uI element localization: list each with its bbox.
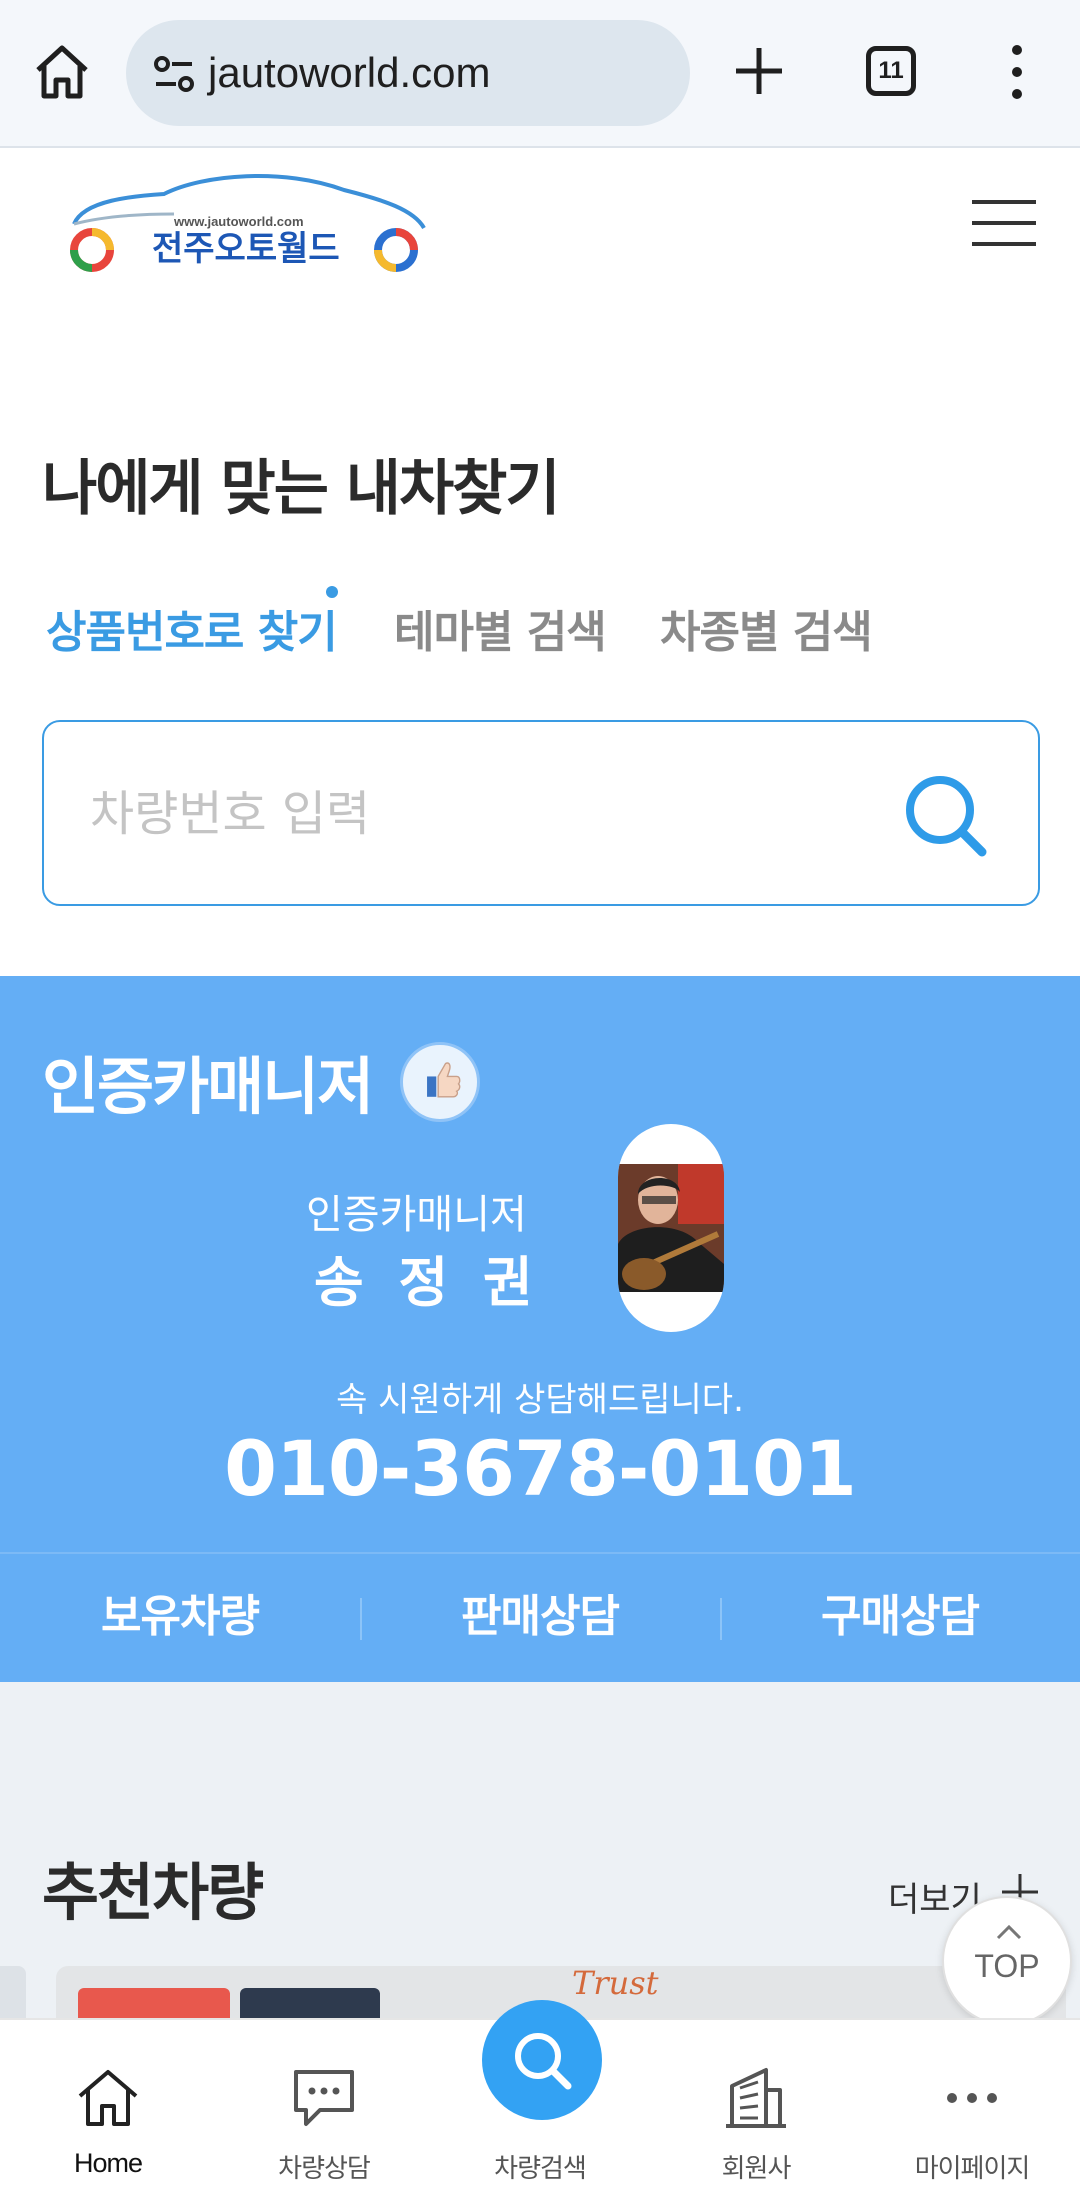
recommended-section: 추천차량 더보기 Trust (0, 1682, 1080, 2026)
url-text: jautoworld.com (208, 49, 491, 96)
tab-theme-search[interactable]: 테마별 검색 (394, 596, 607, 660)
scroll-top-button[interactable]: TOP (942, 1896, 1072, 2026)
tab-switcher-button[interactable]: 11 (866, 46, 916, 96)
find-car-title: 나에게 맞는 내차찾기 (42, 454, 561, 524)
nav-members[interactable]: 회원사 (648, 2020, 864, 2202)
browser-toolbar: jautoworld.com 11 (0, 0, 1080, 148)
site-settings-icon[interactable] (152, 54, 196, 94)
bottom-nav: Home 차량상담 차량검색 회원사 마이페이지 (0, 2000, 1080, 2202)
nav-consult-label: 차량상담 (278, 2154, 371, 2184)
owned-vehicles-link[interactable]: 보유차량 (0, 1554, 360, 1682)
logo-url-text: www.jautoworld.com (173, 214, 304, 229)
building-icon (726, 2068, 786, 2128)
site-header: www.jautoworld.com 전주오토월드 (0, 150, 1080, 310)
hamburger-menu-icon[interactable] (970, 198, 1038, 248)
home-icon (78, 2070, 138, 2126)
more-icon (947, 2093, 997, 2103)
cert-title: 인증카매니저 (42, 1050, 374, 1123)
new-tab-icon[interactable] (732, 44, 786, 98)
card-trust-text: Trust (572, 1966, 659, 2002)
thumbs-up-icon (400, 1042, 480, 1122)
nav-members-label: 회원사 (721, 2154, 792, 2184)
browser-menu-icon[interactable] (1004, 44, 1030, 100)
chevron-up-icon (996, 1924, 1022, 1940)
nav-mypage[interactable]: 마이페이지 (864, 2020, 1080, 2202)
nav-search[interactable]: 차량검색 (432, 2020, 648, 2202)
nav-home[interactable]: Home (0, 2020, 216, 2202)
certified-manager-section: 인증카매니저 인증카매니저 송 정 권 속 시원하게 상담해드립니다. 010-… (0, 976, 1080, 1682)
phone-number[interactable]: 010-3678-0101 (0, 1424, 1080, 1513)
address-bar[interactable]: jautoworld.com (126, 20, 690, 126)
active-tab-dot (326, 586, 338, 598)
vehicle-search-box (42, 720, 1040, 906)
search-icon[interactable] (900, 770, 990, 860)
home-icon[interactable] (30, 40, 94, 104)
recommended-title: 추천차량 (42, 1856, 264, 1929)
manager-role: 인증카매니저 (306, 1192, 527, 1238)
site-logo[interactable]: www.jautoworld.com 전주오토월드 (44, 170, 434, 280)
tab-product-number[interactable]: 상품번호로 찾기 (46, 596, 338, 660)
vehicle-number-input[interactable] (90, 772, 890, 856)
vehicle-card-prev[interactable] (0, 1966, 26, 2026)
cert-link-bar: 보유차량 판매상담 구매상담 (0, 1552, 1080, 1682)
sales-consult-link[interactable]: 판매상담 (360, 1554, 720, 1682)
nav-mypage-label: 마이페이지 (914, 2154, 1031, 2184)
manager-photo (618, 1124, 724, 1332)
logo-name-text: 전주오토월드 (152, 229, 340, 269)
tab-model-search[interactable]: 차종별 검색 (660, 596, 873, 660)
chat-icon (294, 2070, 354, 2126)
nav-home-label: Home (73, 2148, 143, 2178)
top-label: TOP (974, 1948, 1040, 1984)
nav-consult[interactable]: 차량상담 (216, 2020, 432, 2202)
nav-search-label: 차량검색 (494, 2154, 587, 2184)
consult-note: 속 시원하게 상담해드립니다. (336, 1380, 744, 1420)
manager-name: 송 정 권 (314, 1251, 541, 1314)
purchase-consult-link[interactable]: 구매상담 (720, 1554, 1080, 1682)
